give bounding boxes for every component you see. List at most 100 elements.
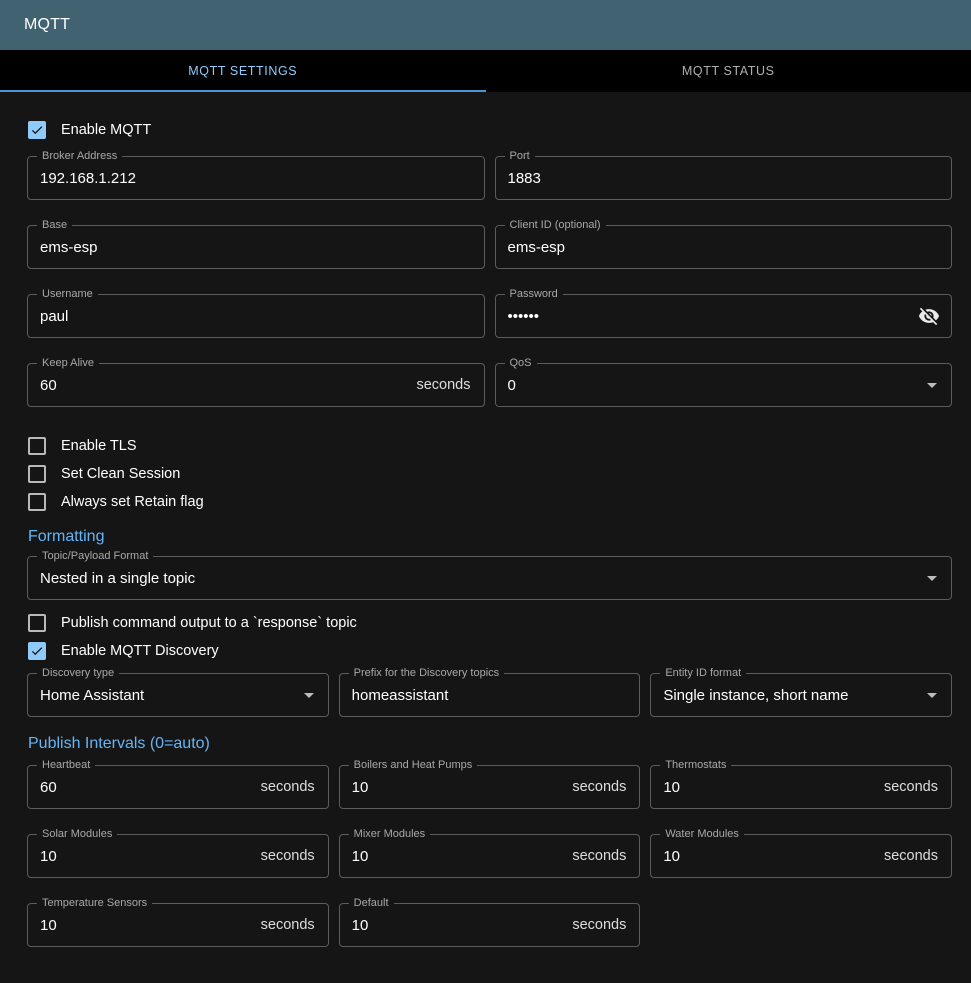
broker-address-label: Broker Address — [37, 150, 122, 163]
mixer-modules-unit: seconds — [572, 848, 639, 864]
dropdown-arrow-icon — [920, 373, 944, 397]
enable-discovery-label: Enable MQTT Discovery — [61, 643, 219, 659]
discovery-type-value: Home Assistant — [28, 687, 297, 704]
client-id-label: Client ID (optional) — [505, 219, 606, 232]
retain-flag-checkbox-row[interactable]: Always set Retain flag — [28, 488, 952, 516]
solar-modules-input[interactable] — [28, 835, 261, 877]
username-input[interactable] — [28, 295, 484, 337]
base-clientid-row: Base Client ID (optional) — [27, 225, 952, 269]
enable-discovery-checkbox-row[interactable]: Enable MQTT Discovery — [28, 637, 952, 665]
base-label: Base — [37, 219, 72, 232]
mixer-modules-field: Mixer Modules seconds — [339, 834, 641, 878]
formatting-heading: Formatting — [28, 526, 952, 548]
retain-flag-checkbox[interactable] — [28, 493, 46, 511]
boilers-unit: seconds — [572, 779, 639, 795]
port-input[interactable] — [496, 157, 952, 199]
boilers-input[interactable] — [340, 766, 573, 808]
enable-tls-checkbox[interactable] — [28, 437, 46, 455]
default-interval-field: Default seconds — [339, 903, 641, 947]
discovery-config-row: Discovery type Home Assistant Prefix for… — [27, 673, 952, 717]
password-input[interactable] — [496, 295, 917, 337]
username-label: Username — [37, 288, 98, 301]
qos-label: QoS — [505, 357, 537, 370]
credentials-row: Username Password — [27, 294, 952, 338]
boilers-field: Boilers and Heat Pumps seconds — [339, 765, 641, 809]
publish-response-checkbox-row[interactable]: Publish command output to a `response` t… — [28, 609, 952, 637]
topic-format-value: Nested in a single topic — [28, 570, 920, 587]
dropdown-arrow-icon — [297, 683, 321, 707]
intervals-row-2: Solar Modules seconds Mixer Modules seco… — [27, 834, 952, 878]
temperature-sensors-field: Temperature Sensors seconds — [27, 903, 329, 947]
toggle-password-visibility-button[interactable] — [916, 303, 942, 329]
dropdown-arrow-icon — [920, 566, 944, 590]
water-modules-input[interactable] — [651, 835, 884, 877]
keep-alive-label: Keep Alive — [37, 357, 99, 370]
thermostats-input[interactable] — [651, 766, 884, 808]
settings-form: Enable MQTT Broker Address Port Base Cli… — [0, 92, 971, 983]
enable-tls-label: Enable TLS — [61, 438, 137, 454]
temperature-sensors-input[interactable] — [28, 904, 261, 946]
enable-mqtt-label: Enable MQTT — [61, 122, 151, 138]
solar-modules-field: Solar Modules seconds — [27, 834, 329, 878]
base-input[interactable] — [28, 226, 484, 268]
clean-session-checkbox[interactable] — [28, 465, 46, 483]
empty-grid-cell — [650, 903, 952, 947]
tab-mqtt-status[interactable]: MQTT STATUS — [486, 50, 971, 92]
default-interval-input[interactable] — [340, 904, 573, 946]
enable-tls-checkbox-row[interactable]: Enable TLS — [28, 432, 952, 460]
entity-id-format-label: Entity ID format — [660, 667, 746, 680]
clean-session-label: Set Clean Session — [61, 466, 180, 482]
topic-format-select[interactable]: Topic/Payload Format Nested in a single … — [27, 556, 952, 600]
discovery-prefix-input[interactable] — [340, 674, 640, 716]
entity-id-format-select[interactable]: Entity ID format Single instance, short … — [650, 673, 952, 717]
publish-intervals-heading: Publish Intervals (0=auto) — [28, 733, 952, 755]
client-id-input[interactable] — [496, 226, 952, 268]
connection-options-group: Enable TLS Set Clean Session Always set … — [27, 432, 952, 516]
topic-format-label: Topic/Payload Format — [37, 550, 153, 563]
client-id-field: Client ID (optional) — [495, 225, 953, 269]
enable-mqtt-checkbox-row[interactable]: Enable MQTT — [28, 116, 952, 144]
keep-alive-unit: seconds — [416, 377, 483, 393]
visibility-off-icon — [918, 305, 940, 327]
publish-response-checkbox[interactable] — [28, 614, 46, 632]
boilers-label: Boilers and Heat Pumps — [349, 759, 478, 772]
water-modules-unit: seconds — [884, 848, 951, 864]
keepalive-qos-row: Keep Alive seconds QoS 0 — [27, 363, 952, 407]
discovery-type-select[interactable]: Discovery type Home Assistant — [27, 673, 329, 717]
enable-discovery-checkbox[interactable] — [28, 642, 46, 660]
check-icon — [30, 122, 44, 138]
heartbeat-field: Heartbeat seconds — [27, 765, 329, 809]
qos-value: 0 — [496, 377, 921, 394]
mixer-modules-input[interactable] — [340, 835, 573, 877]
temperature-sensors-label: Temperature Sensors — [37, 897, 152, 910]
port-field: Port — [495, 156, 953, 200]
default-interval-unit: seconds — [572, 917, 639, 933]
water-modules-label: Water Modules — [660, 828, 744, 841]
intervals-row-3: Temperature Sensors seconds Default seco… — [27, 903, 952, 947]
tab-mqtt-settings[interactable]: MQTT SETTINGS — [0, 50, 486, 92]
heartbeat-unit: seconds — [261, 779, 328, 795]
enable-mqtt-checkbox[interactable] — [28, 121, 46, 139]
mixer-modules-label: Mixer Modules — [349, 828, 431, 841]
clean-session-checkbox-row[interactable]: Set Clean Session — [28, 460, 952, 488]
qos-select[interactable]: QoS 0 — [495, 363, 953, 407]
broker-address-input[interactable] — [28, 157, 484, 199]
temperature-sensors-unit: seconds — [261, 917, 328, 933]
keep-alive-input[interactable] — [28, 364, 416, 406]
keep-alive-field: Keep Alive seconds — [27, 363, 485, 407]
password-field: Password — [495, 294, 953, 338]
solar-modules-label: Solar Modules — [37, 828, 117, 841]
default-interval-label: Default — [349, 897, 394, 910]
discovery-prefix-label: Prefix for the Discovery topics — [349, 667, 505, 680]
thermostats-field: Thermostats seconds — [650, 765, 952, 809]
intervals-row-1: Heartbeat seconds Boilers and Heat Pumps… — [27, 765, 952, 809]
water-modules-field: Water Modules seconds — [650, 834, 952, 878]
dropdown-arrow-icon — [920, 683, 944, 707]
solar-modules-unit: seconds — [261, 848, 328, 864]
heartbeat-label: Heartbeat — [37, 759, 95, 772]
username-field: Username — [27, 294, 485, 338]
page-title: MQTT — [24, 16, 70, 34]
check-icon — [30, 643, 44, 659]
heartbeat-input[interactable] — [28, 766, 261, 808]
publish-response-label: Publish command output to a `response` t… — [61, 615, 357, 631]
